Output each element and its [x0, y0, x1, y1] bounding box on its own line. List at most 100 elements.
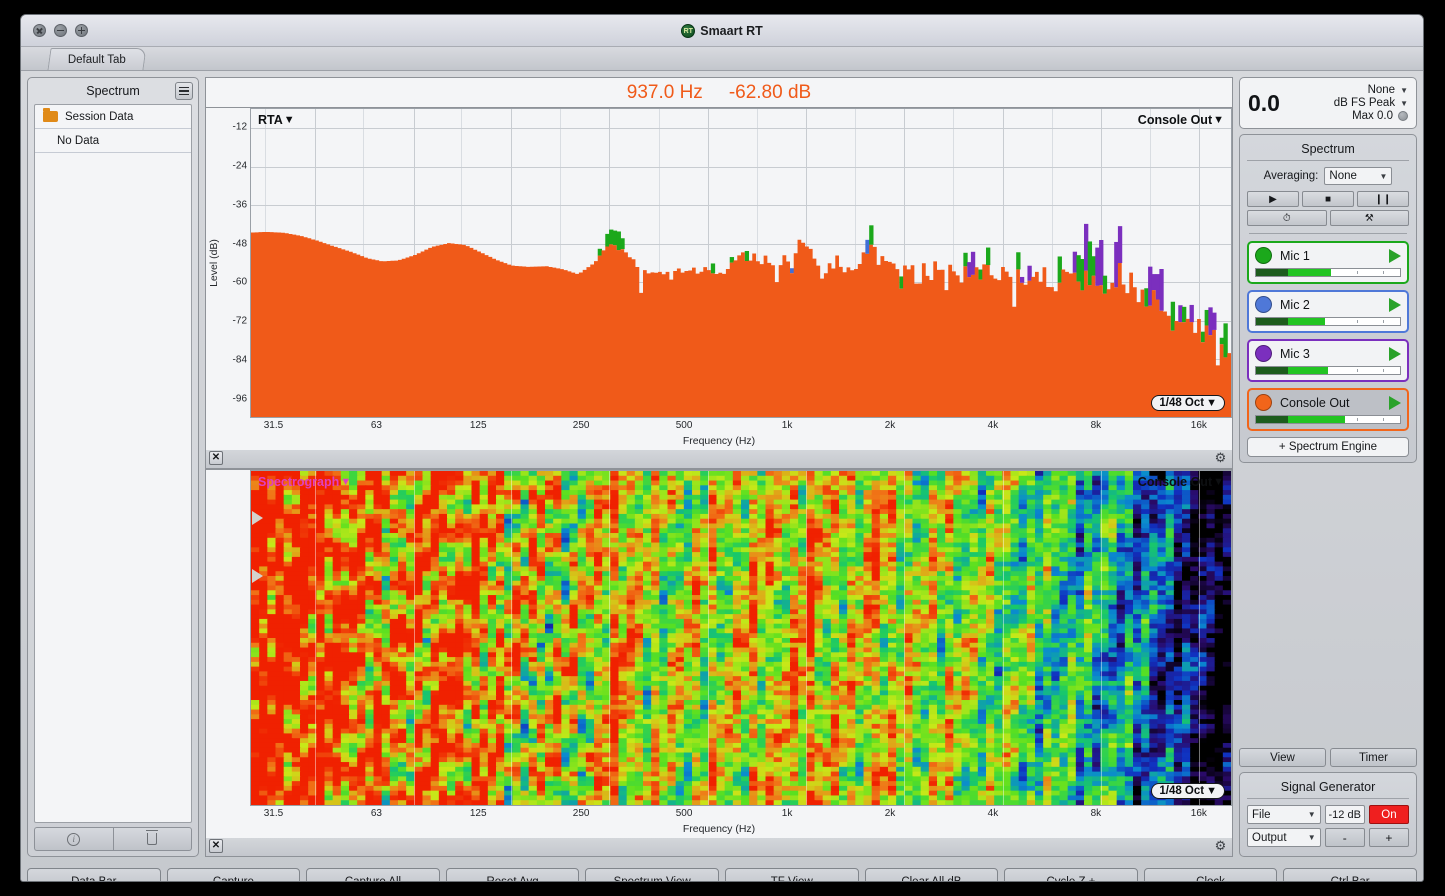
view-button[interactable]: View — [1239, 748, 1326, 767]
engine-level-meter — [1255, 268, 1401, 277]
engine-level-meter — [1255, 366, 1401, 375]
level-meter-value: 0.0 — [1248, 90, 1280, 117]
engine-play-icon[interactable] — [1389, 249, 1401, 263]
x-tick-label: 4k — [988, 808, 999, 819]
close-icon[interactable]: ✕ — [209, 451, 223, 465]
level-scale-selector[interactable]: None▼ — [1368, 84, 1408, 96]
signal-generator-title: Signal Generator — [1247, 778, 1409, 798]
signal-gain-value[interactable]: -12 dB — [1325, 805, 1365, 824]
right-panel-spacer — [1239, 468, 1417, 743]
rta-spectrum-trace — [251, 109, 1231, 417]
info-button[interactable]: i — [34, 827, 113, 851]
x-tick-label: 125 — [470, 420, 487, 431]
spectrograph-type-selector[interactable]: Spectrograph▼ — [258, 475, 351, 489]
level-meter: 0.0 None▼ dB FS Peak▼ Max 0.0 — [1239, 77, 1417, 129]
x-tick-label: 31.5 — [264, 420, 283, 431]
x-tick-label: 63 — [371, 420, 382, 431]
add-spectrum-engine-button[interactable]: + Spectrum Engine — [1247, 437, 1409, 457]
y-tick-label: -84 — [233, 354, 247, 365]
gain-increment-button[interactable]: + — [1369, 828, 1409, 847]
toolbar-button-ctrl-bar[interactable]: Ctrl Bar — [1283, 868, 1417, 882]
tab-strip: Default Tab — [21, 47, 1423, 71]
y-tick-label: -12 — [233, 122, 247, 133]
toolbar-button-reset-avg[interactable]: Reset Avg — [446, 868, 580, 882]
spectrograph-panel: Spectrograph▼ Console Out▼ 1/48 Oct▼ Fre… — [205, 469, 1233, 857]
signal-on-toggle[interactable]: On — [1369, 805, 1409, 824]
toolbar-button-clock[interactable]: Clock — [1144, 868, 1278, 882]
main-body: Spectrum Session Data No Data i — [21, 71, 1423, 857]
level-unit-selector[interactable]: dB FS Peak▼ — [1334, 97, 1408, 109]
toolbar-button-capture[interactable]: Capture — [167, 868, 301, 882]
x-tick-label: 250 — [573, 420, 590, 431]
toolbar-button-capture-all[interactable]: Capture All — [306, 868, 440, 882]
list-item[interactable]: No Data — [35, 129, 191, 153]
time-marker-2[interactable] — [252, 569, 263, 583]
timer-button-bar[interactable]: Timer — [1330, 748, 1417, 767]
toolbar-button-data-bar[interactable]: Data Bar — [27, 868, 161, 882]
spectrograph-plot-area[interactable]: Spectrograph▼ Console Out▼ 1/48 Oct▼ — [250, 470, 1232, 806]
gear-icon[interactable]: ⚙ — [1213, 839, 1228, 854]
y-tick-label: -48 — [233, 238, 247, 249]
y-tick-label: -72 — [233, 316, 247, 327]
rta-source-selector[interactable]: Console Out▼ — [1138, 113, 1224, 127]
pause-button[interactable]: ❙❙ — [1357, 191, 1409, 207]
signal-source-select[interactable]: File▼ — [1247, 805, 1321, 824]
settings-tools-button[interactable]: ⚒ — [1330, 210, 1410, 226]
right-panel: 0.0 None▼ dB FS Peak▼ Max 0.0 Spectrum — [1239, 77, 1417, 857]
sidebar-footer: i — [34, 827, 192, 851]
toolbar-button-cycle-z[interactable]: Cycle Z + — [1004, 868, 1138, 882]
engine-mic-3[interactable]: Mic 3 — [1247, 339, 1409, 382]
engine-color-dot — [1255, 394, 1272, 411]
toolbar-button-clear-all-db[interactable]: Clear All dB — [865, 868, 999, 882]
engine-play-icon[interactable] — [1389, 396, 1401, 410]
tab-default[interactable]: Default Tab — [47, 48, 146, 70]
tools-row: ⏱ ⚒ — [1247, 210, 1409, 226]
hamburger-icon[interactable] — [175, 82, 193, 100]
x-tick-label: 31.5 — [264, 808, 283, 819]
engine-mic-1[interactable]: Mic 1 — [1247, 241, 1409, 284]
grid-line — [414, 471, 415, 805]
x-tick-label: 63 — [371, 808, 382, 819]
spectrum-panel-title: Spectrum — [1247, 140, 1409, 160]
spectrograph-chart-toolbar: ✕ ⚙ — [206, 838, 1232, 856]
rta-type-selector[interactable]: RTA▼ — [258, 113, 295, 127]
delete-button[interactable] — [113, 827, 193, 851]
rta-chart-toolbar: ✕ ⚙ — [206, 450, 1232, 468]
signal-routing-select[interactable]: Output▼ — [1247, 828, 1321, 847]
x-tick-label: 500 — [676, 808, 693, 819]
app-title: RT Smaart RT — [21, 24, 1423, 38]
averaging-select[interactable]: None▼ — [1324, 167, 1392, 185]
close-icon[interactable]: ✕ — [209, 839, 223, 853]
engine-play-icon[interactable] — [1389, 298, 1401, 312]
signal-generator-panel: Signal Generator File▼ -12 dB On Output▼… — [1239, 772, 1417, 857]
timer-button[interactable]: ⏱ — [1247, 210, 1327, 226]
engine-play-icon[interactable] — [1389, 347, 1401, 361]
spectrograph-x-axis: Frequency (Hz) 31.5631252505001k2k4k8k16… — [206, 806, 1232, 838]
time-marker-1[interactable] — [252, 511, 263, 525]
engine-list: Mic 1 Mic 2 Mic 3 Console Out — [1247, 241, 1409, 431]
rta-x-axis-title: Frequency (Hz) — [206, 435, 1232, 447]
spectrograph-source-selector[interactable]: Console Out▼ — [1138, 475, 1224, 489]
x-tick-label: 500 — [676, 420, 693, 431]
x-tick-label: 1k — [782, 808, 793, 819]
toolbar-button-spectrum-view[interactable]: Spectrum View — [585, 868, 719, 882]
session-data-list[interactable]: Session Data No Data — [34, 104, 192, 823]
x-tick-label: 8k — [1091, 420, 1102, 431]
toolbar-button-tf-view[interactable]: TF View — [725, 868, 859, 882]
gain-decrement-button[interactable]: - — [1325, 828, 1365, 847]
spectrograph-resolution-selector[interactable]: 1/48 Oct▼ — [1151, 783, 1225, 799]
list-item[interactable]: Session Data — [35, 105, 191, 129]
rta-plot-area[interactable]: RTA▼ Console Out▼ 1/48 Oct▼ — [250, 108, 1232, 418]
peak-led-icon[interactable] — [1398, 111, 1408, 121]
engine-console-out[interactable]: Console Out — [1247, 388, 1409, 431]
stop-button[interactable]: ■ — [1302, 191, 1354, 207]
gear-icon[interactable]: ⚙ — [1213, 451, 1228, 466]
play-button[interactable]: ▶ — [1247, 191, 1299, 207]
grid-line — [1199, 471, 1200, 805]
rta-resolution-selector[interactable]: 1/48 Oct▼ — [1151, 395, 1225, 411]
x-tick-label: 1k — [782, 420, 793, 431]
grid-line — [1003, 471, 1004, 805]
engine-mic-2[interactable]: Mic 2 — [1247, 290, 1409, 333]
engine-label: Mic 2 — [1280, 298, 1381, 312]
spectrum-panel: Spectrum Averaging: None▼ ▶ ■ ❙❙ ⏱ ⚒ — [1239, 134, 1417, 463]
